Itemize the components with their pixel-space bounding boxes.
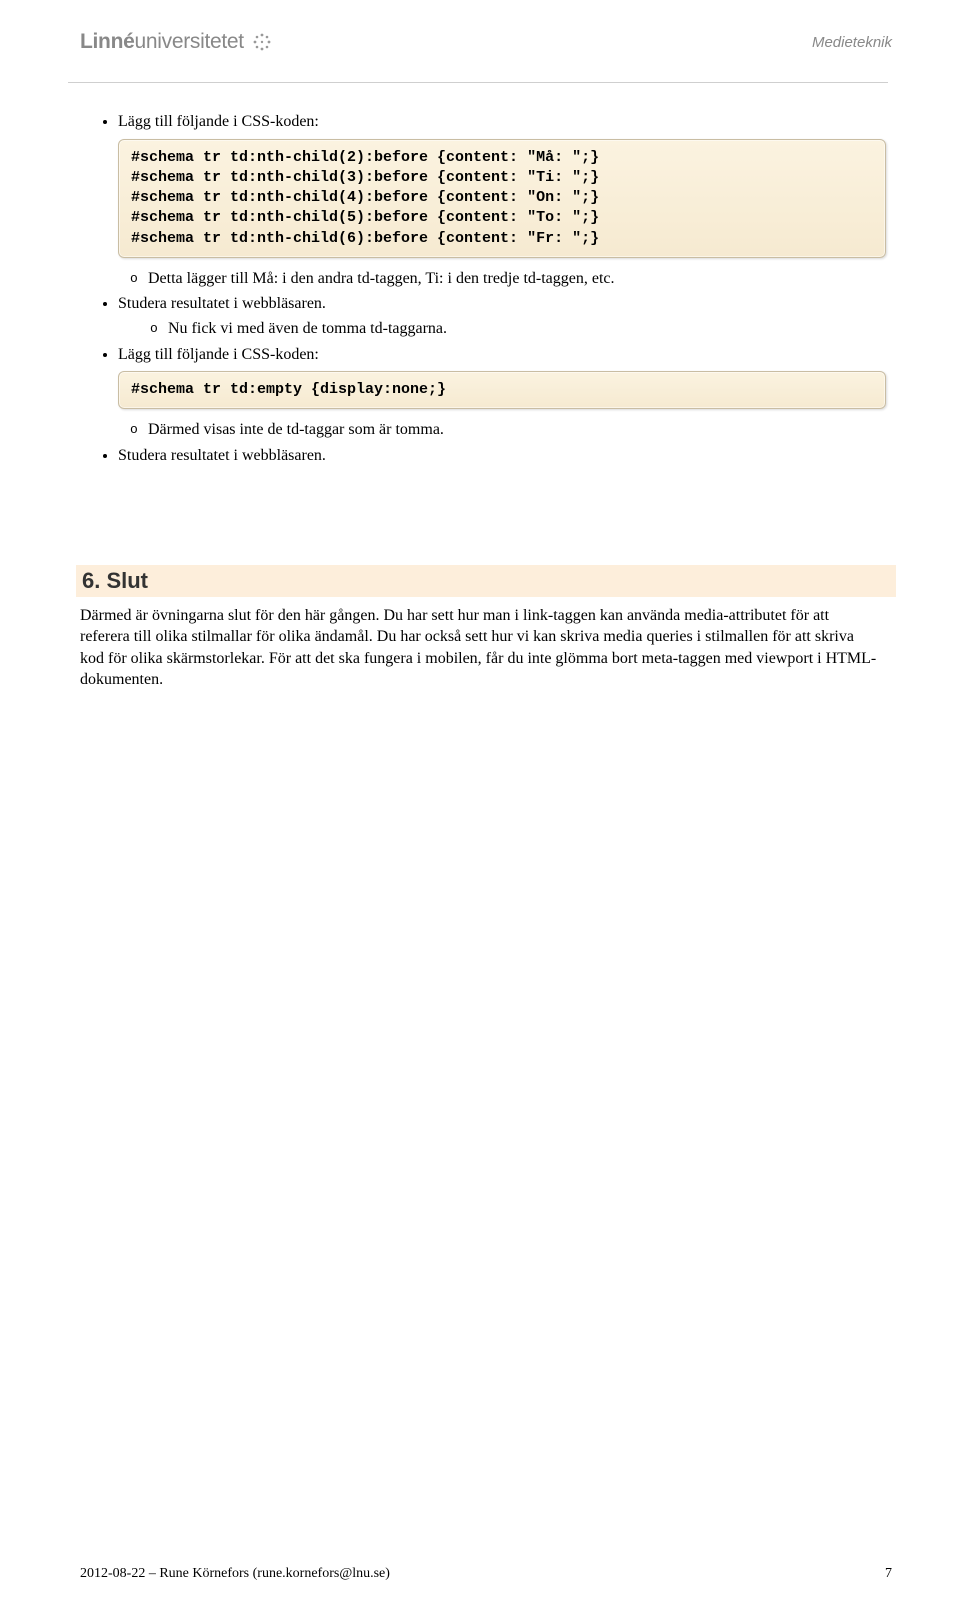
sub-list: Detta lägger till Må: i den andra td-tag… bbox=[130, 268, 892, 290]
header-category: Medieteknik bbox=[812, 30, 892, 51]
page-footer: 2012-08-22 – Rune Körnefors (rune.kornef… bbox=[80, 1566, 892, 1582]
code-block-1: #schema tr td:nth-child(2):before {conte… bbox=[118, 139, 886, 258]
list-item-text: Lägg till följande i CSS-koden: bbox=[118, 113, 319, 130]
sub-item-text: Nu fick vi med även de tomma td-taggarna… bbox=[168, 320, 447, 337]
sub-list-item: Nu fick vi med även de tomma td-taggarna… bbox=[150, 318, 892, 340]
list-item: Studera resultatet i webbläsaren. Nu fic… bbox=[118, 293, 892, 339]
sub-list: Därmed visas inte de td-taggar som är to… bbox=[130, 419, 892, 441]
sub-item-text: Detta lägger till Må: i den andra td-tag… bbox=[148, 270, 615, 287]
list-item-text: Studera resultatet i webbläsaren. bbox=[118, 295, 326, 312]
code-block-2: #schema tr td:empty {display:none;} bbox=[118, 371, 886, 409]
footer-left: 2012-08-22 – Rune Körnefors (rune.kornef… bbox=[80, 1566, 390, 1582]
section-body: Därmed är övningarna slut för den här gå… bbox=[80, 605, 880, 691]
header-divider bbox=[68, 82, 888, 83]
list-item: Lägg till följande i CSS-koden: bbox=[118, 111, 892, 133]
sub-item-text: Därmed visas inte de td-taggar som är to… bbox=[148, 421, 444, 438]
footer-page-number: 7 bbox=[885, 1566, 892, 1582]
list-item-text: Lägg till följande i CSS-koden: bbox=[118, 346, 319, 363]
instruction-list-3: Därmed visas inte de td-taggar som är to… bbox=[118, 419, 892, 466]
list-item: Detta lägger till Må: i den andra td-tag… bbox=[98, 268, 892, 290]
list-item: Studera resultatet i webbläsaren. bbox=[118, 445, 892, 467]
page-header: Linnéuniversitetet bbox=[80, 30, 892, 54]
logo-light-part: universitetet bbox=[135, 30, 244, 53]
sub-list: Nu fick vi med även de tomma td-taggarna… bbox=[150, 318, 892, 340]
instruction-list-1: Lägg till följande i CSS-koden: bbox=[118, 111, 892, 133]
list-item: Därmed visas inte de td-taggar som är to… bbox=[98, 419, 892, 441]
sub-list-item: Därmed visas inte de td-taggar som är to… bbox=[130, 419, 892, 441]
logo-text: Linnéuniversitetet bbox=[80, 30, 244, 54]
instruction-list-2: Detta lägger till Må: i den andra td-tag… bbox=[118, 268, 892, 365]
list-item-text: Studera resultatet i webbläsaren. bbox=[118, 447, 326, 464]
logo: Linnéuniversitetet bbox=[80, 30, 274, 54]
section-heading: 6. Slut bbox=[76, 565, 896, 597]
logo-bold-part: Linné bbox=[80, 30, 135, 53]
flower-icon bbox=[250, 30, 274, 54]
sub-list-item: Detta lägger till Må: i den andra td-tag… bbox=[130, 268, 892, 290]
list-item: Lägg till följande i CSS-koden: bbox=[118, 344, 892, 366]
